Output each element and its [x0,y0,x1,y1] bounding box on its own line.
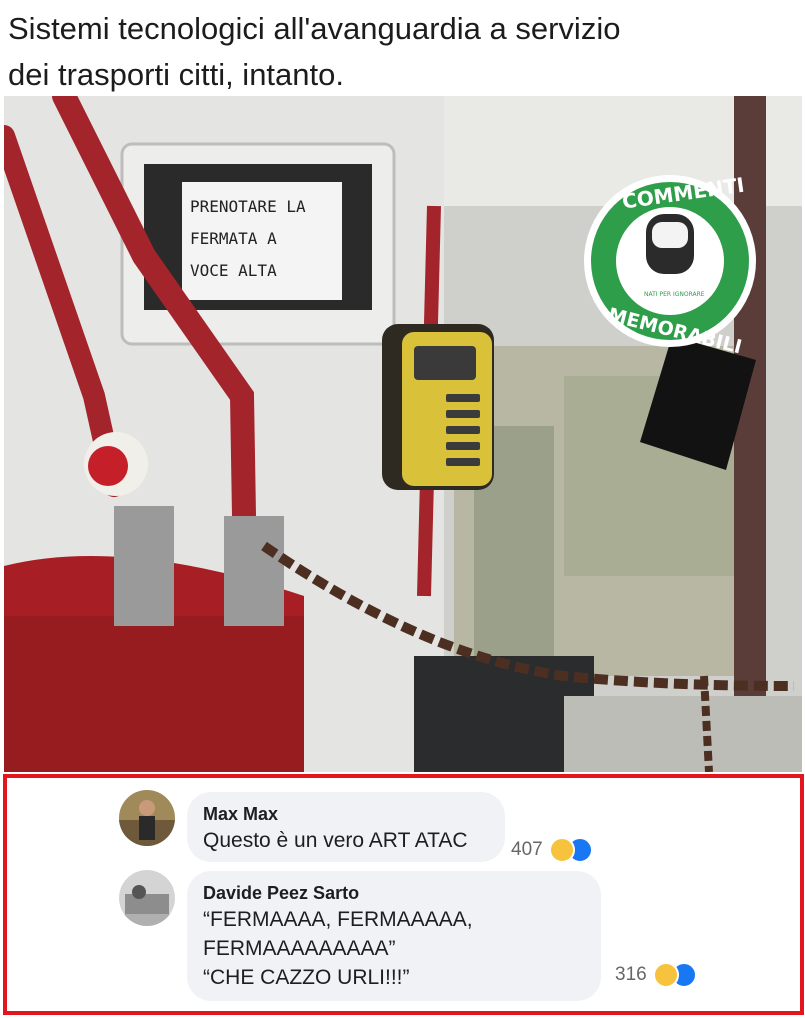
post-photo: PRENOTARE LA FERMATA A VOCE ALTA COMMENT… [4,96,802,772]
haha-icon [652,962,679,988]
bus-interior-image: PRENOTARE LA FERMATA A VOCE ALTA COMMENT… [4,96,802,772]
avatar-image [119,870,175,926]
reaction-count: 316 [615,964,647,985]
haha-icon [548,837,575,863]
comment-author[interactable]: Max Max [203,802,489,826]
comment-bubble[interactable]: Max Max Questo è un vero ART ATAC [187,792,505,862]
comment-text-line: FERMAAAAAAAAA” [203,937,396,960]
badge-small-text: NATI PER IGNORARE [644,291,705,298]
comment-text-line: “FERMAAAA, FERMAAAAA, [203,908,473,931]
sign-line-1: PRENOTARE LA [190,197,306,216]
reaction-count: 407 [511,839,543,860]
sign-line-2: FERMATA A [190,229,277,248]
caption-line-2: dei trasporti citti, intanto. [8,57,344,92]
avatar[interactable] [119,790,175,846]
comment-text-line: “CHE CAZZO URLI!!!” [203,966,410,989]
reaction-summary[interactable]: 407 [511,837,593,863]
avatar[interactable] [119,870,175,926]
caption-line-1: Sistemi tecnologici all'avanguardia a se… [8,11,621,46]
post-caption: Sistemi tecnologici all'avanguardia a se… [8,6,798,98]
highlighted-comments: Max Max Questo è un vero ART ATAC 407 Da… [3,774,804,1015]
comment-bubble[interactable]: Davide Peez Sarto “FERMAAAA, FERMAAAAA, … [187,871,601,1001]
reaction-summary[interactable]: 316 [615,962,697,988]
comment-text: Questo è un vero ART ATAC [203,829,468,852]
avatar-image [119,790,175,846]
comment-author[interactable]: Davide Peez Sarto [203,881,585,905]
sign-line-3: VOCE ALTA [190,261,277,280]
